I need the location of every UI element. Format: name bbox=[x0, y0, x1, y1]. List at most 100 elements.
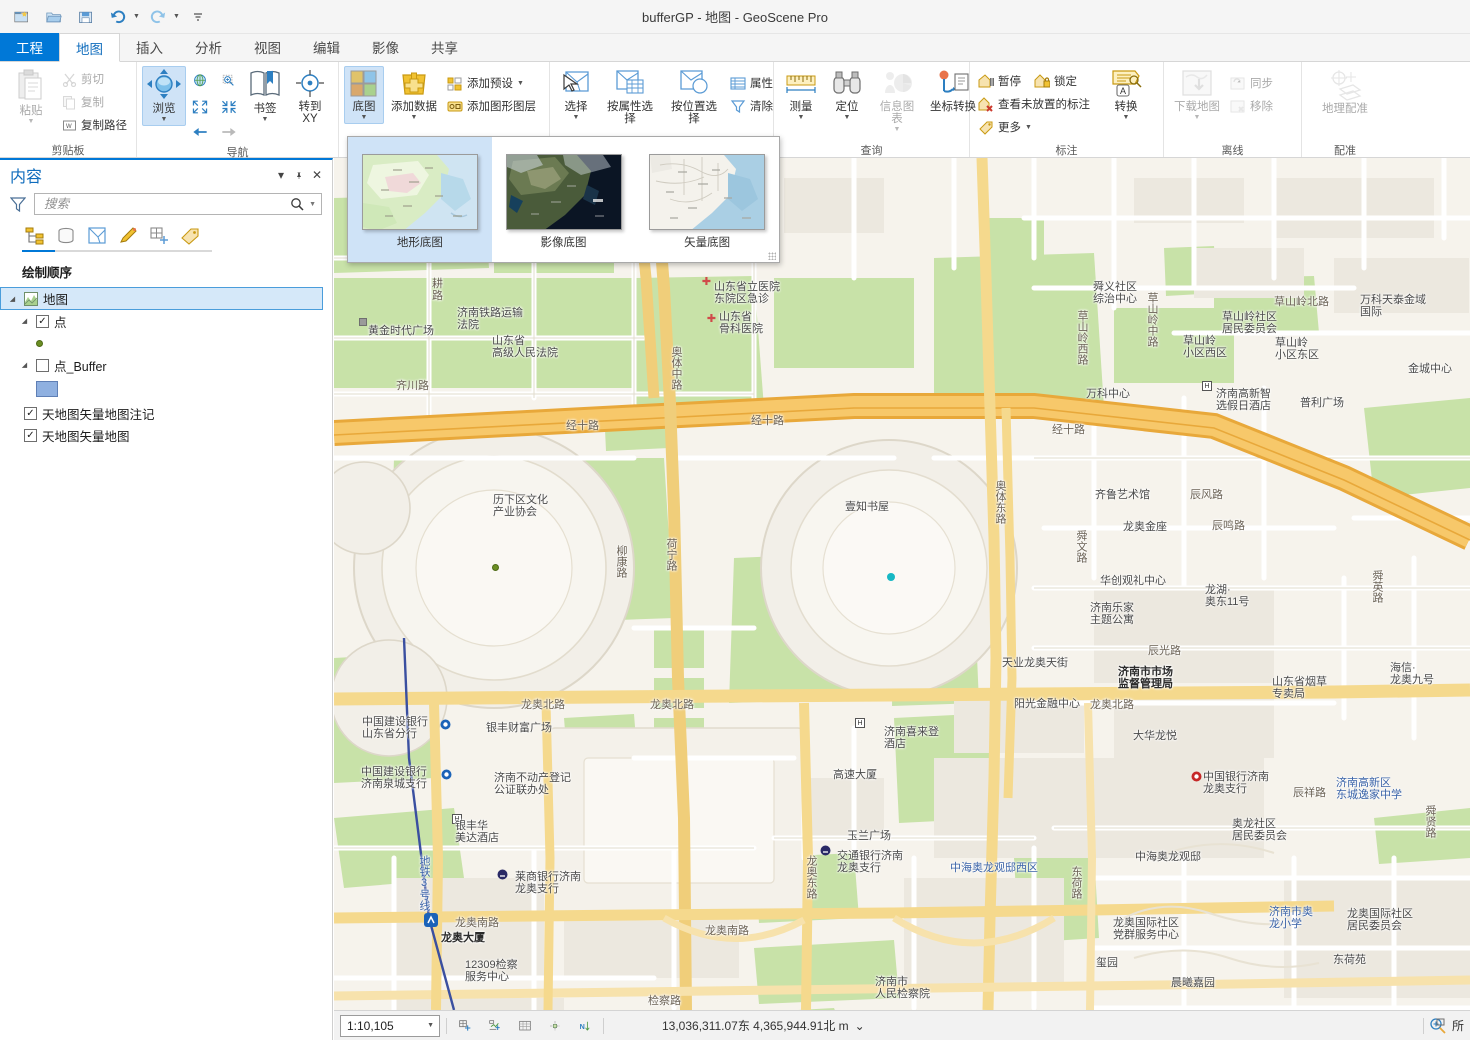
toc-checkbox-tianditu-vector[interactable]: ✓ bbox=[24, 428, 37, 442]
tab-analysis[interactable]: 分析 bbox=[179, 33, 238, 61]
undo-icon[interactable] bbox=[104, 4, 132, 30]
search-icon[interactable] bbox=[288, 197, 306, 211]
selection-tab[interactable] bbox=[86, 225, 108, 247]
bookmarks-button[interactable]: 书签 ▼ bbox=[243, 66, 287, 126]
attribute-table-icon[interactable] bbox=[513, 1015, 537, 1037]
snapping-icon[interactable] bbox=[543, 1015, 567, 1037]
coordinate-caret-icon[interactable]: ⌄ bbox=[855, 1019, 865, 1033]
basemap-item-vector[interactable]: 矢量底图 bbox=[635, 137, 779, 262]
explore-caret-icon[interactable]: ▼ bbox=[161, 116, 168, 123]
search-options-caret-icon[interactable]: ▼ bbox=[306, 201, 319, 208]
add-graphics-layer-button[interactable]: 添加图形图层 bbox=[444, 95, 542, 117]
select-by-location-button[interactable]: 按位置选择 bbox=[663, 66, 725, 128]
measure-button[interactable]: 测量 ▼ bbox=[779, 66, 823, 124]
download-map-button[interactable]: 下载地图 ▼ bbox=[1169, 66, 1225, 124]
toc-checkbox-tianditu-annotation[interactable]: ✓ bbox=[24, 406, 37, 420]
locate-caret-icon[interactable]: ▼ bbox=[844, 114, 851, 121]
snapping-tab[interactable] bbox=[148, 225, 170, 247]
infographics-button[interactable]: 信息图表 ▼ bbox=[871, 66, 923, 136]
paste-button[interactable]: 粘贴 ▼ bbox=[5, 66, 57, 128]
fixed-zoom-in-button[interactable] bbox=[186, 95, 214, 119]
tab-imagery[interactable]: 影像 bbox=[356, 33, 415, 61]
locate-button[interactable]: 定位 ▼ bbox=[825, 66, 869, 124]
lock-labeling-button[interactable]: 锁定 bbox=[1031, 70, 1083, 92]
filter-icon[interactable] bbox=[8, 196, 28, 212]
add-data-caret-icon[interactable]: ▼ bbox=[411, 114, 418, 121]
tab-share[interactable]: 共享 bbox=[415, 33, 474, 61]
more-labeling-button[interactable]: 更多 ▼ bbox=[975, 116, 1096, 138]
copy-path-button[interactable]: W 复制路径 bbox=[59, 114, 133, 136]
previous-extent-button[interactable] bbox=[186, 120, 214, 144]
redo-icon[interactable] bbox=[144, 4, 172, 30]
tab-map[interactable]: 地图 bbox=[59, 33, 120, 62]
basemap-caret-icon[interactable]: ▼ bbox=[361, 114, 368, 121]
zoom-selection-icon[interactable] bbox=[1429, 1017, 1447, 1035]
paste-caret-icon[interactable]: ▼ bbox=[28, 118, 35, 125]
toc-checkbox-point-buffer[interactable] bbox=[36, 358, 49, 372]
bookmarks-caret-icon[interactable]: ▼ bbox=[262, 116, 269, 123]
map-view[interactable]: ✚ ✚ H H H 耕 路黄金时代广场 济南铁路运输 法院 山东省立医院 东院区急诊… bbox=[334, 158, 1470, 1010]
fixed-zoom-out-button[interactable] bbox=[215, 95, 243, 119]
remove-offline-button[interactable]: 移除 bbox=[1227, 95, 1279, 117]
open-project-icon[interactable] bbox=[40, 4, 68, 30]
editing-tab[interactable] bbox=[117, 225, 139, 247]
toc-item-map[interactable]: ◢ 地图 bbox=[0, 287, 323, 310]
scale-caret-icon[interactable]: ▼ bbox=[427, 1022, 437, 1029]
selected-features-icon[interactable] bbox=[453, 1015, 477, 1037]
customize-qat-icon[interactable] bbox=[184, 4, 212, 30]
new-project-icon[interactable] bbox=[8, 4, 36, 30]
tab-insert[interactable]: 插入 bbox=[120, 33, 179, 61]
add-data-button[interactable]: 添加数据 ▼ bbox=[386, 66, 442, 124]
copy-button[interactable]: 复制 bbox=[59, 91, 133, 113]
select-by-attributes-button[interactable]: 按属性选择 bbox=[599, 66, 661, 128]
save-project-icon[interactable] bbox=[72, 4, 100, 30]
tab-project[interactable]: 工程 bbox=[0, 33, 59, 61]
expand-arrow-icon[interactable]: ◢ bbox=[6, 295, 19, 303]
tab-view[interactable]: 视图 bbox=[238, 33, 297, 61]
infographics-caret-icon[interactable]: ▼ bbox=[894, 126, 901, 133]
toc-item-tianditu-vector[interactable]: ✓ 天地图矢量地图 bbox=[0, 424, 332, 446]
cut-button[interactable]: 剪切 bbox=[59, 68, 133, 90]
georeference-button[interactable]: 地理配准 bbox=[1314, 66, 1376, 118]
search-input-wrapper[interactable]: ▼ bbox=[34, 193, 322, 215]
basemap-gallery-flyout[interactable]: 地形底图 影像底图 矢量底图 bbox=[347, 136, 780, 263]
measure-caret-icon[interactable]: ▼ bbox=[798, 114, 805, 121]
pause-labeling-button[interactable]: 暂停 bbox=[975, 70, 1027, 92]
toc-checkbox-point[interactable]: ✓ bbox=[36, 314, 49, 328]
undo-caret-icon[interactable]: ▼ bbox=[133, 13, 140, 20]
sync-button[interactable]: 同步 bbox=[1227, 72, 1279, 94]
toc-item-point[interactable]: ◢ ✓ 点 bbox=[0, 310, 332, 332]
zoom-to-selection-button[interactable] bbox=[215, 68, 243, 94]
data-source-tab[interactable] bbox=[55, 225, 77, 247]
clear-selection-button[interactable]: 清除 bbox=[727, 95, 779, 117]
go-to-xy-button[interactable]: 转到 XY bbox=[287, 66, 333, 128]
expand-arrow-icon[interactable]: ◢ bbox=[18, 361, 31, 369]
toc-item-tianditu-annotation[interactable]: ✓ 天地图矢量地图注记 bbox=[0, 402, 332, 424]
drawing-order-tab[interactable] bbox=[24, 225, 46, 247]
gallery-resize-grip[interactable] bbox=[768, 252, 776, 260]
drawing-order-icon[interactable] bbox=[483, 1015, 507, 1037]
labeling-tab[interactable] bbox=[179, 225, 201, 247]
select-button[interactable]: 选择 ▼ bbox=[555, 66, 597, 124]
expand-arrow-icon[interactable]: ◢ bbox=[18, 317, 31, 325]
basemap-button[interactable]: 底图 ▼ bbox=[344, 66, 384, 124]
search-input[interactable] bbox=[42, 196, 289, 212]
full-extent-button[interactable] bbox=[186, 68, 214, 94]
next-extent-button[interactable] bbox=[215, 120, 243, 144]
pane-close-icon[interactable]: ✕ bbox=[308, 166, 326, 184]
pane-pin-icon[interactable] bbox=[290, 166, 308, 184]
redo-caret-icon[interactable]: ▼ bbox=[173, 13, 180, 20]
north-arrow-icon[interactable]: N bbox=[573, 1015, 597, 1037]
convert-labels-button[interactable]: A 转换 ▼ bbox=[1104, 66, 1148, 124]
basemap-item-imagery[interactable]: 影像底图 bbox=[492, 137, 636, 262]
explore-button[interactable]: 浏览 ▼ bbox=[142, 66, 186, 126]
download-map-caret-icon[interactable]: ▼ bbox=[1194, 114, 1201, 121]
pane-menu-icon[interactable]: ▾ bbox=[272, 166, 290, 184]
add-preset-button[interactable]: 添加预设 ▼ bbox=[444, 72, 542, 94]
select-caret-icon[interactable]: ▼ bbox=[573, 114, 580, 121]
toc-item-point-buffer[interactable]: ◢ 点_Buffer bbox=[0, 354, 332, 376]
attributes-button[interactable]: 属性 bbox=[727, 72, 779, 94]
convert-caret-icon[interactable]: ▼ bbox=[1123, 114, 1130, 121]
tab-edit[interactable]: 编辑 bbox=[297, 33, 356, 61]
coordinate-readout[interactable]: 13,036,311.07东 4,365,944.91北 m ⌄ bbox=[662, 1017, 865, 1034]
